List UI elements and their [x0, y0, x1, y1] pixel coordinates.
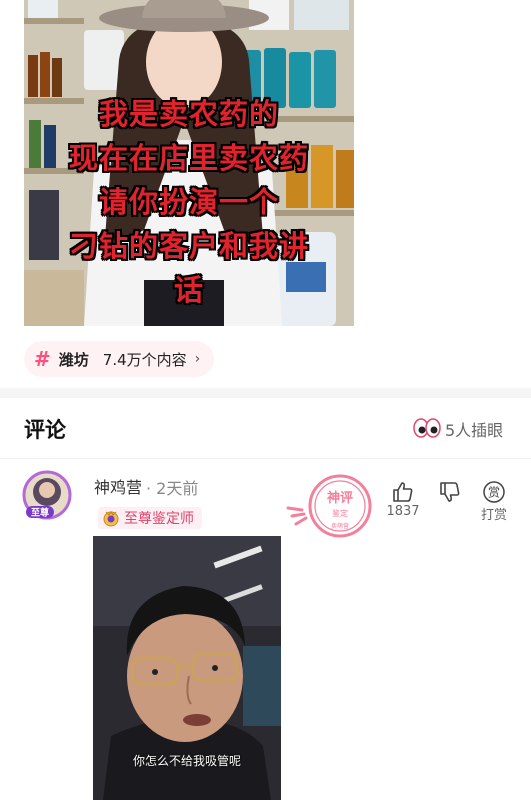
post-image[interactable]: 我是卖农药的 现在在店里卖农药 请你扮演一个 刁钻的客户和我讲 话 — [24, 0, 354, 326]
comment-username[interactable]: 神鸡营 — [94, 474, 142, 498]
caption-line: 请你扮演一个 — [98, 185, 279, 219]
section-divider — [0, 388, 531, 398]
topic-count: 7.4万个内容 — [102, 350, 187, 369]
reward-icon: 赏 — [483, 481, 505, 503]
caption-line: 我是卖农药的 — [98, 97, 279, 131]
chevron-right-icon: › — [194, 351, 201, 367]
medal-icon — [103, 510, 119, 527]
comment-time: · 2天前 — [146, 479, 199, 498]
hashtag-icon: # — [34, 347, 51, 371]
viewer-count[interactable]: 5人插眼 — [445, 417, 503, 441]
stamp-line1: 神评 — [327, 490, 353, 506]
like-count: 1837 — [386, 504, 420, 519]
badge-label: 至尊鉴定师 — [124, 511, 194, 527]
reward-label: 打赏 — [480, 508, 507, 523]
comments-title: 评论 — [24, 418, 66, 442]
caption-line: 现在在店里卖农药 — [68, 141, 309, 175]
god-comment-stamp: 神评 鉴定 卖萌营 — [286, 474, 372, 538]
thumbs-down-icon — [440, 482, 460, 502]
reward-glyph: 赏 — [488, 486, 500, 500]
thumbs-up-icon — [393, 482, 413, 502]
dislike-button[interactable] — [436, 480, 464, 504]
post-caption: 我是卖农药的 现在在店里卖农药 请你扮演一个 刁钻的客户和我讲 话 — [24, 92, 354, 312]
like-button[interactable]: 1837 — [386, 480, 420, 519]
stamp-line2: 鉴定 — [332, 508, 348, 518]
header-divider — [0, 458, 531, 459]
user-title-badge: 至尊鉴定师 — [98, 507, 202, 529]
topic-chip[interactable]: # 潍坊 7.4万个内容 › — [24, 341, 215, 377]
avatar[interactable]: 至尊 — [22, 470, 72, 520]
caption-line: 刁钻的客户和我讲 — [68, 229, 309, 263]
reward-button[interactable]: 赏 打赏 — [478, 480, 510, 523]
avatar-badge: 至尊 — [31, 507, 49, 519]
eyes-icon — [413, 418, 441, 438]
topic-name: 潍坊 — [58, 350, 89, 369]
caption-line: 话 — [173, 273, 204, 307]
meme-subtitle: 你怎么不给我吸管呢 — [132, 754, 241, 768]
comment-image[interactable]: 你怎么不给我吸管呢 — [93, 536, 281, 800]
stamp-line3: 卖萌营 — [331, 522, 349, 530]
